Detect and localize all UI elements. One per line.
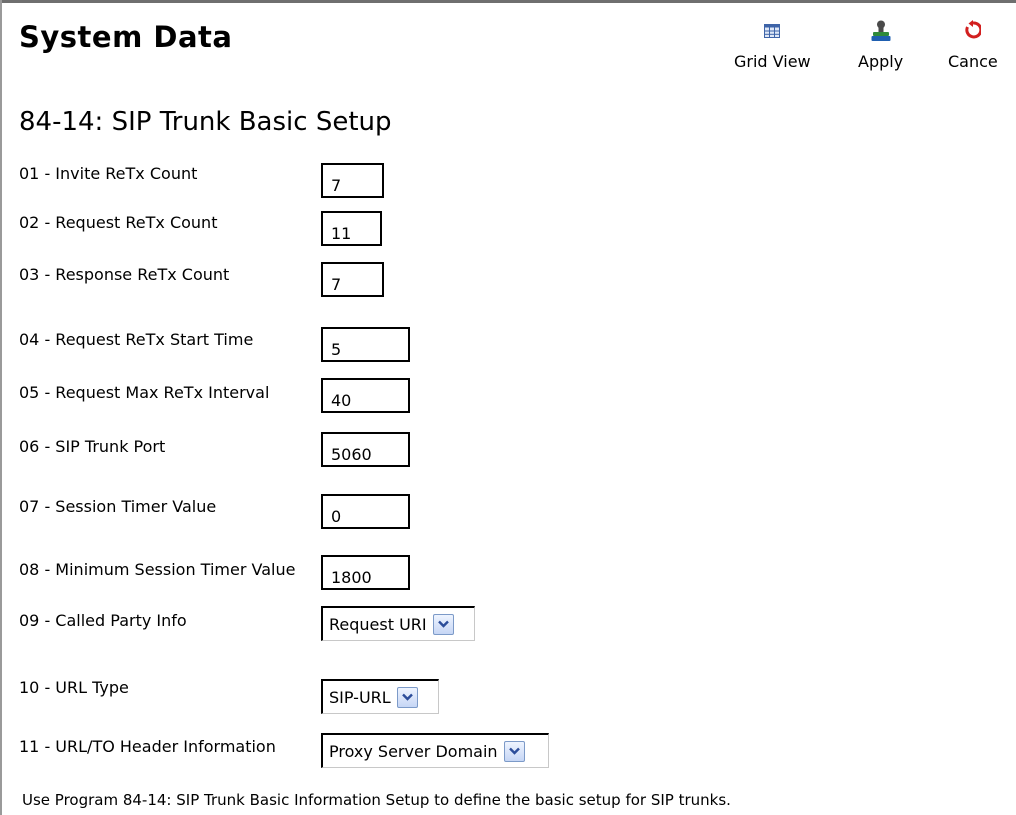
- session-timer-value-input[interactable]: [321, 494, 410, 529]
- cancel-button[interactable]: Cance: [948, 18, 998, 71]
- app-title: System Data: [19, 20, 233, 54]
- url-type-value: SIP-URL: [329, 687, 391, 707]
- window-top-border: [0, 0, 1016, 3]
- called-party-info-label: 09 - Called Party Info: [19, 611, 187, 630]
- request-retx-start-time-label: 04 - Request ReTx Start Time: [19, 330, 254, 349]
- invite-retx-count-input[interactable]: [321, 163, 384, 198]
- minimum-session-timer-value-label: 08 - Minimum Session Timer Value: [19, 560, 296, 579]
- url-type-select[interactable]: SIP-URL: [321, 679, 439, 714]
- chevron-down-icon[interactable]: [503, 740, 525, 762]
- url-to-header-information-label: 11 - URL/TO Header Information: [19, 737, 276, 756]
- sip-trunk-port-input[interactable]: [321, 432, 410, 467]
- url-to-header-information-select[interactable]: Proxy Server Domain: [321, 733, 549, 768]
- window-left-border: [0, 0, 2, 815]
- cancel-refresh-icon: [965, 18, 981, 44]
- request-retx-count-input[interactable]: [321, 211, 382, 246]
- request-retx-count-label: 02 - Request ReTx Count: [19, 213, 218, 232]
- request-max-retx-interval-label: 05 - Request Max ReTx Interval: [19, 383, 270, 402]
- response-retx-count-input[interactable]: [321, 262, 384, 297]
- apply-button[interactable]: Apply: [858, 18, 903, 71]
- called-party-info-value: Request URI: [329, 614, 427, 634]
- help-note: Use Program 84-14: SIP Trunk Basic Infor…: [22, 791, 731, 809]
- grid-icon: [764, 18, 781, 44]
- cancel-label: Cance: [948, 52, 998, 71]
- page-title: 84-14: SIP Trunk Basic Setup: [19, 107, 392, 137]
- apply-label: Apply: [858, 52, 904, 71]
- chevron-down-icon[interactable]: [396, 686, 418, 708]
- request-max-retx-interval-input[interactable]: [321, 378, 410, 413]
- grid-view-label: Grid View: [734, 52, 811, 71]
- url-to-header-information-value: Proxy Server Domain: [329, 741, 498, 761]
- chevron-down-icon[interactable]: [432, 613, 454, 635]
- called-party-info-select[interactable]: Request URI: [321, 606, 475, 641]
- minimum-session-timer-value-input[interactable]: [321, 555, 410, 590]
- response-retx-count-label: 03 - Response ReTx Count: [19, 265, 230, 284]
- grid-view-button[interactable]: Grid View: [734, 18, 811, 71]
- invite-retx-count-label: 01 - Invite ReTx Count: [19, 164, 198, 183]
- session-timer-value-label: 07 - Session Timer Value: [19, 497, 217, 516]
- apply-stamp-icon: [871, 18, 891, 44]
- url-type-label: 10 - URL Type: [19, 678, 129, 697]
- request-retx-start-time-input[interactable]: [321, 327, 410, 362]
- sip-trunk-port-label: 06 - SIP Trunk Port: [19, 437, 166, 456]
